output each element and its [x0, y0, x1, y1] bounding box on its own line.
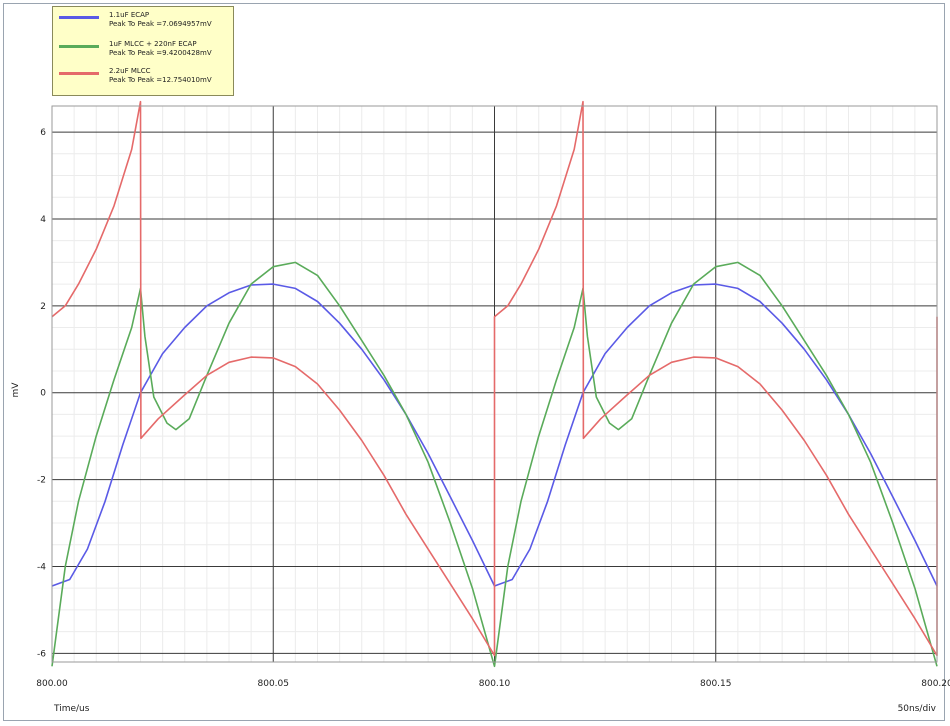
- x-tick-label: 800.15: [700, 679, 732, 689]
- x-tick-label: 800.20: [921, 679, 950, 689]
- legend-item-2: 2.2uF MLCC Peak To Peak =12.754010mV: [57, 67, 233, 95]
- legend-peak-label: Peak To Peak =9.4200428mV: [109, 49, 212, 57]
- chart-plot: 800.00 800.05 800.10 800.15 800.20 6 4 2 0 -2 -4 -6…: [11, 100, 950, 714]
- legend-swatch-2: [59, 72, 99, 75]
- x-tick-label: 800.10: [479, 679, 511, 689]
- x-tick-label: 800.00: [36, 679, 68, 689]
- y-tick-label: 4: [40, 215, 46, 225]
- legend-item-1: 1uF MLCC + 220nF ECAP Peak To Peak =9.42…: [57, 40, 233, 68]
- y-tick-label: -6: [37, 649, 46, 659]
- y-tick-label: 0: [40, 389, 46, 399]
- y-tick-label: 6: [40, 128, 46, 138]
- y-axis-label: mV: [11, 382, 21, 398]
- legend-peak-label: Peak To Peak =12.754010mV: [109, 76, 212, 84]
- x-scale-label: 50ns/div: [898, 704, 937, 714]
- x-tick-label: 800.05: [258, 679, 290, 689]
- legend-label: 2.2uF MLCC: [109, 67, 151, 75]
- legend-peak-label: Peak To Peak =7.0694957mV: [109, 20, 212, 28]
- y-tick-label: -4: [37, 562, 46, 572]
- chart-legend: 1.1uF ECAP Peak To Peak =7.0694957mV 1uF…: [52, 6, 234, 96]
- legend-item-0: 1.1uF ECAP Peak To Peak =7.0694957mV: [57, 11, 233, 39]
- legend-label: 1.1uF ECAP: [109, 11, 150, 19]
- y-tick-label: 2: [40, 302, 46, 312]
- legend-swatch-0: [59, 16, 99, 19]
- legend-label: 1uF MLCC + 220nF ECAP: [109, 40, 197, 48]
- x-axis-label: Time/us: [53, 704, 90, 714]
- y-tick-label: -2: [37, 476, 46, 486]
- legend-swatch-1: [59, 45, 99, 48]
